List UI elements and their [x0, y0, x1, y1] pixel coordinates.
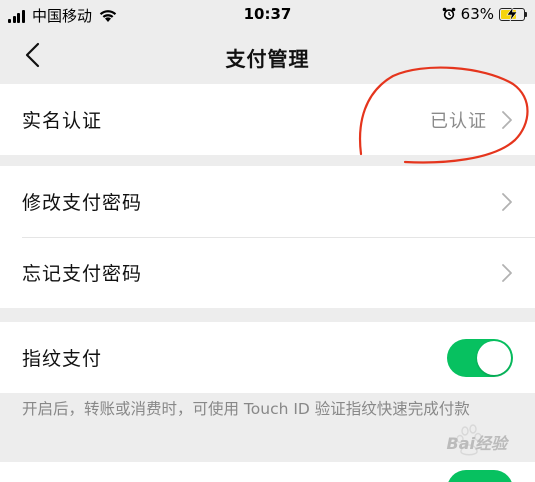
battery-percent: 63% [460, 5, 494, 23]
status-right: 63% [442, 5, 527, 23]
change-password-row[interactable]: 修改支付密码 [0, 166, 535, 237]
real-name-label: 实名认证 [22, 110, 103, 132]
real-name-row[interactable]: 实名认证 已认证 [0, 84, 535, 155]
verified-status: 已认证 [430, 111, 487, 132]
real-name-group: 实名认证 已认证 [0, 84, 535, 155]
next-toggle-partial[interactable] [447, 470, 513, 482]
password-group: 修改支付密码 忘记支付密码 [0, 166, 535, 308]
chevron-right-icon [502, 193, 512, 211]
chevron-right-icon [502, 264, 512, 282]
toggle-knob [477, 341, 511, 375]
fingerprint-label: 指纹支付 [22, 348, 103, 370]
alarm-icon [442, 7, 455, 20]
fingerprint-group: 指纹支付 [0, 322, 535, 393]
status-bar: 中国移动 10:37 63% [0, 0, 535, 28]
charging-bolt-icon [506, 6, 518, 21]
fingerprint-description: 开启后，转账或消费时，可使用 Touch ID 验证指纹快速完成付款 [22, 400, 470, 418]
forgot-password-label: 忘记支付密码 [22, 263, 143, 285]
change-password-label: 修改支付密码 [22, 192, 143, 214]
battery-tip [525, 11, 527, 17]
fingerprint-toggle[interactable] [447, 339, 513, 377]
battery-icon [499, 6, 525, 21]
watermark-text: Bai经验 [446, 434, 507, 453]
page-title: 支付管理 [225, 47, 310, 71]
next-group [0, 462, 535, 482]
navigation-bar: 支付管理 [0, 28, 535, 84]
row-divider [22, 237, 535, 238]
chevron-right-icon [502, 111, 512, 129]
forgot-password-row[interactable]: 忘记支付密码 [0, 237, 535, 308]
fingerprint-row: 指纹支付 [0, 322, 535, 393]
